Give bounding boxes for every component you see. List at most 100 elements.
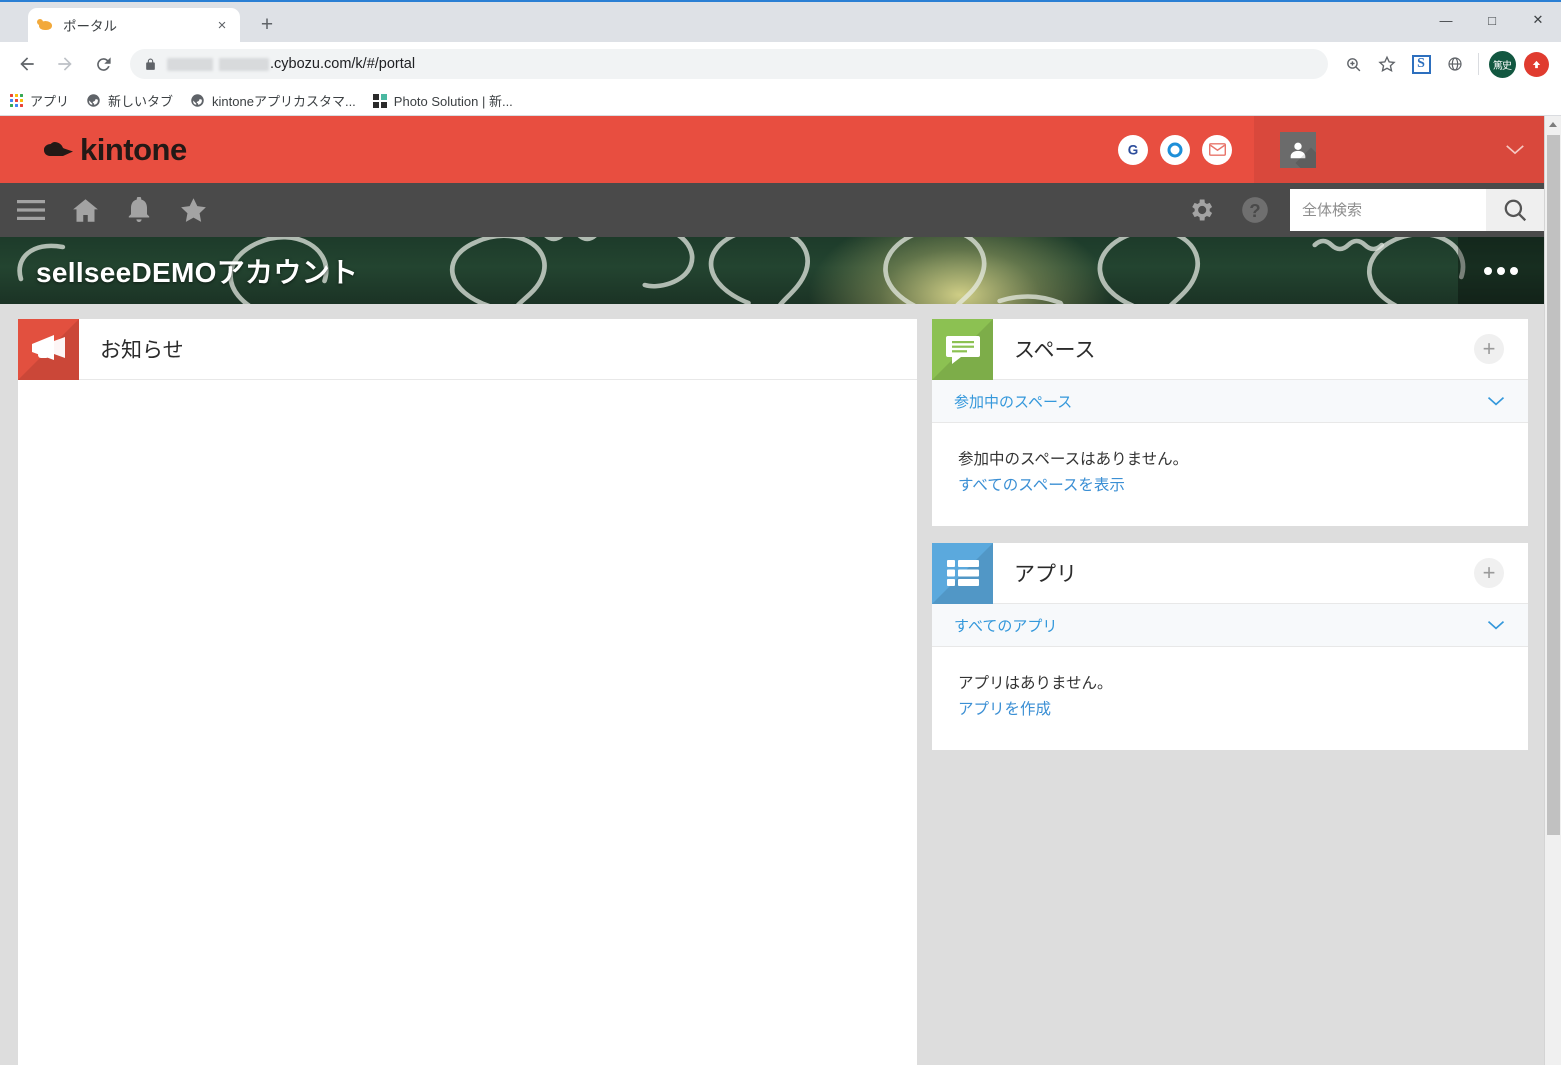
bookmark-kintone-customize[interactable]: kintoneアプリカスタマ... xyxy=(190,91,356,110)
svg-text:?: ? xyxy=(1249,200,1260,221)
portal-right-column: スペース + 参加中のスペース 参加中のスペースはありません。 すべてのスペース… xyxy=(932,318,1528,1065)
mail-icon[interactable] xyxy=(1202,134,1232,165)
page-scrollbar[interactable] xyxy=(1544,116,1561,1065)
tab-close-icon[interactable]: × xyxy=(213,16,231,34)
globe-icon xyxy=(86,93,101,108)
url-text: .cybozu.com/k/#/portal xyxy=(270,56,416,72)
address-bar[interactable]: .cybozu.com/k/#/portal xyxy=(130,49,1328,79)
bookmark-apps[interactable]: アプリ xyxy=(10,91,69,110)
bookmark-label: Photo Solution | 新... xyxy=(393,94,513,109)
browser-window: ポータル × + — □ ✕ .cybozu.com/k/#/portal S … xyxy=(0,0,1561,1065)
kintone-cloud-logo-icon xyxy=(42,139,76,161)
apps-portlet: アプリ + すべてのアプリ アプリはありません。 アプリを作成 xyxy=(932,542,1528,751)
spaces-portlet: スペース + 参加中のスペース 参加中のスペースはありません。 すべてのスペース… xyxy=(932,318,1528,527)
url-redacted-domain xyxy=(167,57,269,71)
profile-avatar[interactable]: 篤史 xyxy=(1487,49,1517,79)
reload-button[interactable] xyxy=(87,48,119,80)
bookmark-label: アプリ xyxy=(30,94,70,109)
spaces-header: スペース + xyxy=(932,318,1528,380)
add-space-button[interactable]: + xyxy=(1474,334,1504,364)
window-controls: — □ ✕ xyxy=(1423,2,1561,38)
kintone-navbar: ? xyxy=(0,183,1544,237)
global-search xyxy=(1290,189,1544,231)
spaces-body: 参加中のスペースはありません。 すべてのスペースを表示 xyxy=(932,423,1528,526)
globe-icon xyxy=(190,93,205,108)
kintone-header: kintone G xyxy=(0,116,1544,183)
tab-title: ポータル xyxy=(63,19,117,34)
page-title: sellseeDEMOアカウント xyxy=(36,256,359,288)
portal-main: お知らせ スペース + 参加中のスペース 参加中のスペースはありません。 すべて… xyxy=(0,304,1544,1065)
browser-tab[interactable]: ポータル × xyxy=(28,8,240,42)
lock-icon xyxy=(144,57,157,72)
zoom-icon[interactable] xyxy=(1338,49,1368,79)
garoon-icon[interactable]: G xyxy=(1118,134,1148,165)
apps-title: アプリ xyxy=(1014,563,1077,587)
kintone-header-right: G xyxy=(1118,116,1544,183)
tab-favicon-kintone-icon xyxy=(37,16,54,34)
window-close-button[interactable]: ✕ xyxy=(1515,2,1561,38)
scrollbar-up-arrow-icon[interactable] xyxy=(1544,116,1561,133)
kintone-user-zone xyxy=(1254,116,1544,183)
spaces-title: スペース xyxy=(1014,339,1096,362)
portal-banner: sellseeDEMOアカウント xyxy=(0,237,1544,304)
globe-extension-icon[interactable] xyxy=(1440,49,1470,79)
new-tab-button[interactable]: + xyxy=(252,9,282,39)
bookmark-new-tab[interactable]: 新しいタブ xyxy=(86,91,173,110)
hamburger-menu-icon[interactable] xyxy=(4,183,58,237)
toolbar-divider xyxy=(1478,53,1479,75)
show-all-spaces-link[interactable]: すべてのスペースを表示 xyxy=(958,473,1125,499)
extension-arrow-icon xyxy=(1523,51,1549,77)
apps-section-toggle[interactable]: すべてのアプリ xyxy=(932,604,1528,648)
portal-more-options-icon[interactable] xyxy=(1458,237,1544,304)
back-button[interactable] xyxy=(11,48,43,80)
search-input[interactable] xyxy=(1290,189,1486,231)
page-viewport: kintone G ? 全体検索 sellseeDEMOアカウント お知らせ ス… xyxy=(0,116,1561,1065)
s-extension-icon[interactable]: S xyxy=(1406,49,1436,79)
kintone-logo[interactable]: kintone xyxy=(42,134,187,165)
settings-gear-icon[interactable] xyxy=(1174,183,1228,237)
bookmark-star-icon[interactable] xyxy=(1372,49,1402,79)
user-avatar[interactable] xyxy=(1280,131,1316,168)
spaces-chevron-down-icon[interactable] xyxy=(1486,395,1506,407)
extension-badge-icon[interactable] xyxy=(1521,49,1551,79)
kintone-logo-text: kintone xyxy=(80,132,187,167)
window-minimize-button[interactable]: — xyxy=(1423,2,1469,38)
bookmark-photo-solution[interactable]: Photo Solution | 新... xyxy=(372,91,513,110)
tab-strip: ポータル × + — □ ✕ xyxy=(0,2,1561,42)
home-icon[interactable] xyxy=(58,183,112,237)
spaces-section-label: 参加中のスペース xyxy=(954,393,1073,411)
spaces-section-toggle[interactable]: 参加中のスペース xyxy=(932,380,1528,423)
megaphone-icon xyxy=(18,318,79,380)
create-app-link[interactable]: アプリを作成 xyxy=(958,697,1051,723)
add-app-button[interactable]: + xyxy=(1474,558,1504,589)
user-menu-chevron-down-icon[interactable] xyxy=(1504,143,1526,156)
app-list-icon xyxy=(932,542,993,604)
portal-left-column: お知らせ xyxy=(18,318,917,1065)
window-maximize-button[interactable]: □ xyxy=(1469,2,1515,38)
profile-initials: 篤史 xyxy=(1488,50,1516,78)
apps-body: アプリはありません。 アプリを作成 xyxy=(932,647,1528,750)
apps-header: アプリ + xyxy=(932,542,1528,605)
apps-grid-icon xyxy=(10,94,23,107)
apps-section-label: すべてのアプリ xyxy=(954,617,1058,635)
bookmark-label: kintoneアプリカスタマ... xyxy=(212,94,356,109)
search-button[interactable] xyxy=(1486,189,1544,231)
apps-empty-message: アプリはありません。 xyxy=(958,675,1113,693)
help-icon[interactable]: ? xyxy=(1228,183,1282,237)
scrollbar-thumb[interactable] xyxy=(1546,135,1560,835)
bookmark-label: 新しいタブ xyxy=(108,94,174,109)
squares-icon xyxy=(372,93,387,108)
announcements-title: お知らせ xyxy=(100,339,184,362)
browser-toolbar: .cybozu.com/k/#/portal S 篤史 xyxy=(0,42,1561,86)
kintone-portal-page: kintone G ? 全体検索 sellseeDEMOアカウント お知らせ ス… xyxy=(0,116,1544,1065)
office-icon[interactable] xyxy=(1160,134,1190,165)
announcements-body xyxy=(18,380,917,1065)
apps-chevron-down-icon[interactable] xyxy=(1486,619,1506,631)
favorites-star-icon[interactable] xyxy=(166,183,220,237)
notifications-bell-icon[interactable] xyxy=(112,183,166,237)
spaces-empty-message: 参加中のスペースはありません。 xyxy=(958,451,1189,468)
announcements-header: お知らせ xyxy=(18,318,917,380)
svg-text:G: G xyxy=(1128,142,1139,157)
speech-bubble-icon xyxy=(932,318,993,380)
forward-button[interactable] xyxy=(49,48,81,80)
